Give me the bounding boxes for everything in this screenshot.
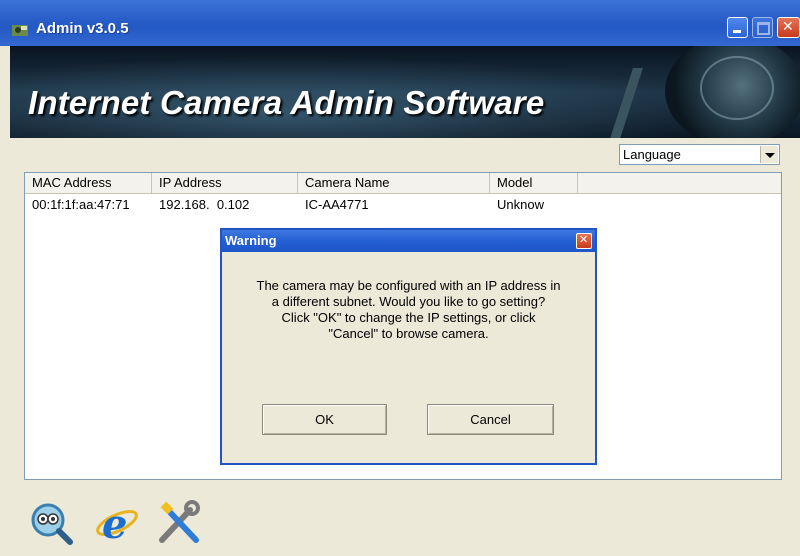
- dialog-title-bar[interactable]: Warning: [222, 230, 595, 252]
- column-header-ip[interactable]: IP Address: [152, 173, 298, 193]
- column-header-camera-name[interactable]: Camera Name: [298, 173, 490, 193]
- language-select-value: Language: [623, 147, 681, 162]
- list-header: MAC Address IP Address Camera Name Model: [25, 173, 781, 194]
- internet-explorer-icon[interactable]: e: [94, 500, 140, 546]
- ok-button[interactable]: OK: [262, 404, 387, 435]
- banner-headline: Internet Camera Admin Software: [28, 84, 545, 121]
- table-row[interactable]: 00:1f:1f:aa:47:71 192.168. 0.102 IC-AA47…: [25, 195, 781, 215]
- column-header-model[interactable]: Model: [490, 173, 578, 193]
- svg-text:e: e: [102, 501, 127, 546]
- column-header-mac[interactable]: MAC Address: [25, 173, 152, 193]
- minimize-button[interactable]: [727, 17, 748, 38]
- chevron-down-icon[interactable]: [760, 146, 778, 163]
- cancel-button[interactable]: Cancel: [427, 404, 554, 435]
- dialog-message-line: a different subnet. Would you like to go…: [271, 294, 546, 309]
- cell-model: Unknow: [497, 197, 544, 212]
- app-icon: [12, 25, 28, 36]
- dialog-message-line: "Cancel" to browse camera.: [328, 326, 489, 341]
- close-window-button[interactable]: [777, 17, 800, 38]
- cell-ip: 192.168. 0.102: [159, 197, 250, 212]
- column-header-empty: [578, 173, 781, 193]
- search-camera-icon[interactable]: [28, 500, 74, 546]
- maximize-button[interactable]: [752, 17, 773, 38]
- title-bar[interactable]: Admin v3.0.5: [0, 0, 800, 46]
- dialog-message-line: Click "OK" to change the IP settings, or…: [281, 310, 536, 325]
- cell-camera-name: IC-AA4771: [305, 197, 369, 212]
- window-title: Admin v3.0.5: [36, 20, 129, 37]
- header-banner: Internet Camera Admin Software: [10, 46, 800, 138]
- dialog-message-line: The camera may be configured with an IP …: [256, 278, 561, 293]
- warning-dialog[interactable]: Warning The camera may be configured wit…: [220, 228, 597, 465]
- language-select[interactable]: Language: [619, 144, 780, 165]
- dialog-title: Warning: [225, 233, 277, 248]
- dialog-close-button[interactable]: [576, 233, 592, 249]
- cell-mac: 00:1f:1f:aa:47:71: [32, 197, 130, 212]
- tools-icon[interactable]: [156, 500, 202, 546]
- dialog-message: The camera may be configured with an IP …: [232, 278, 585, 342]
